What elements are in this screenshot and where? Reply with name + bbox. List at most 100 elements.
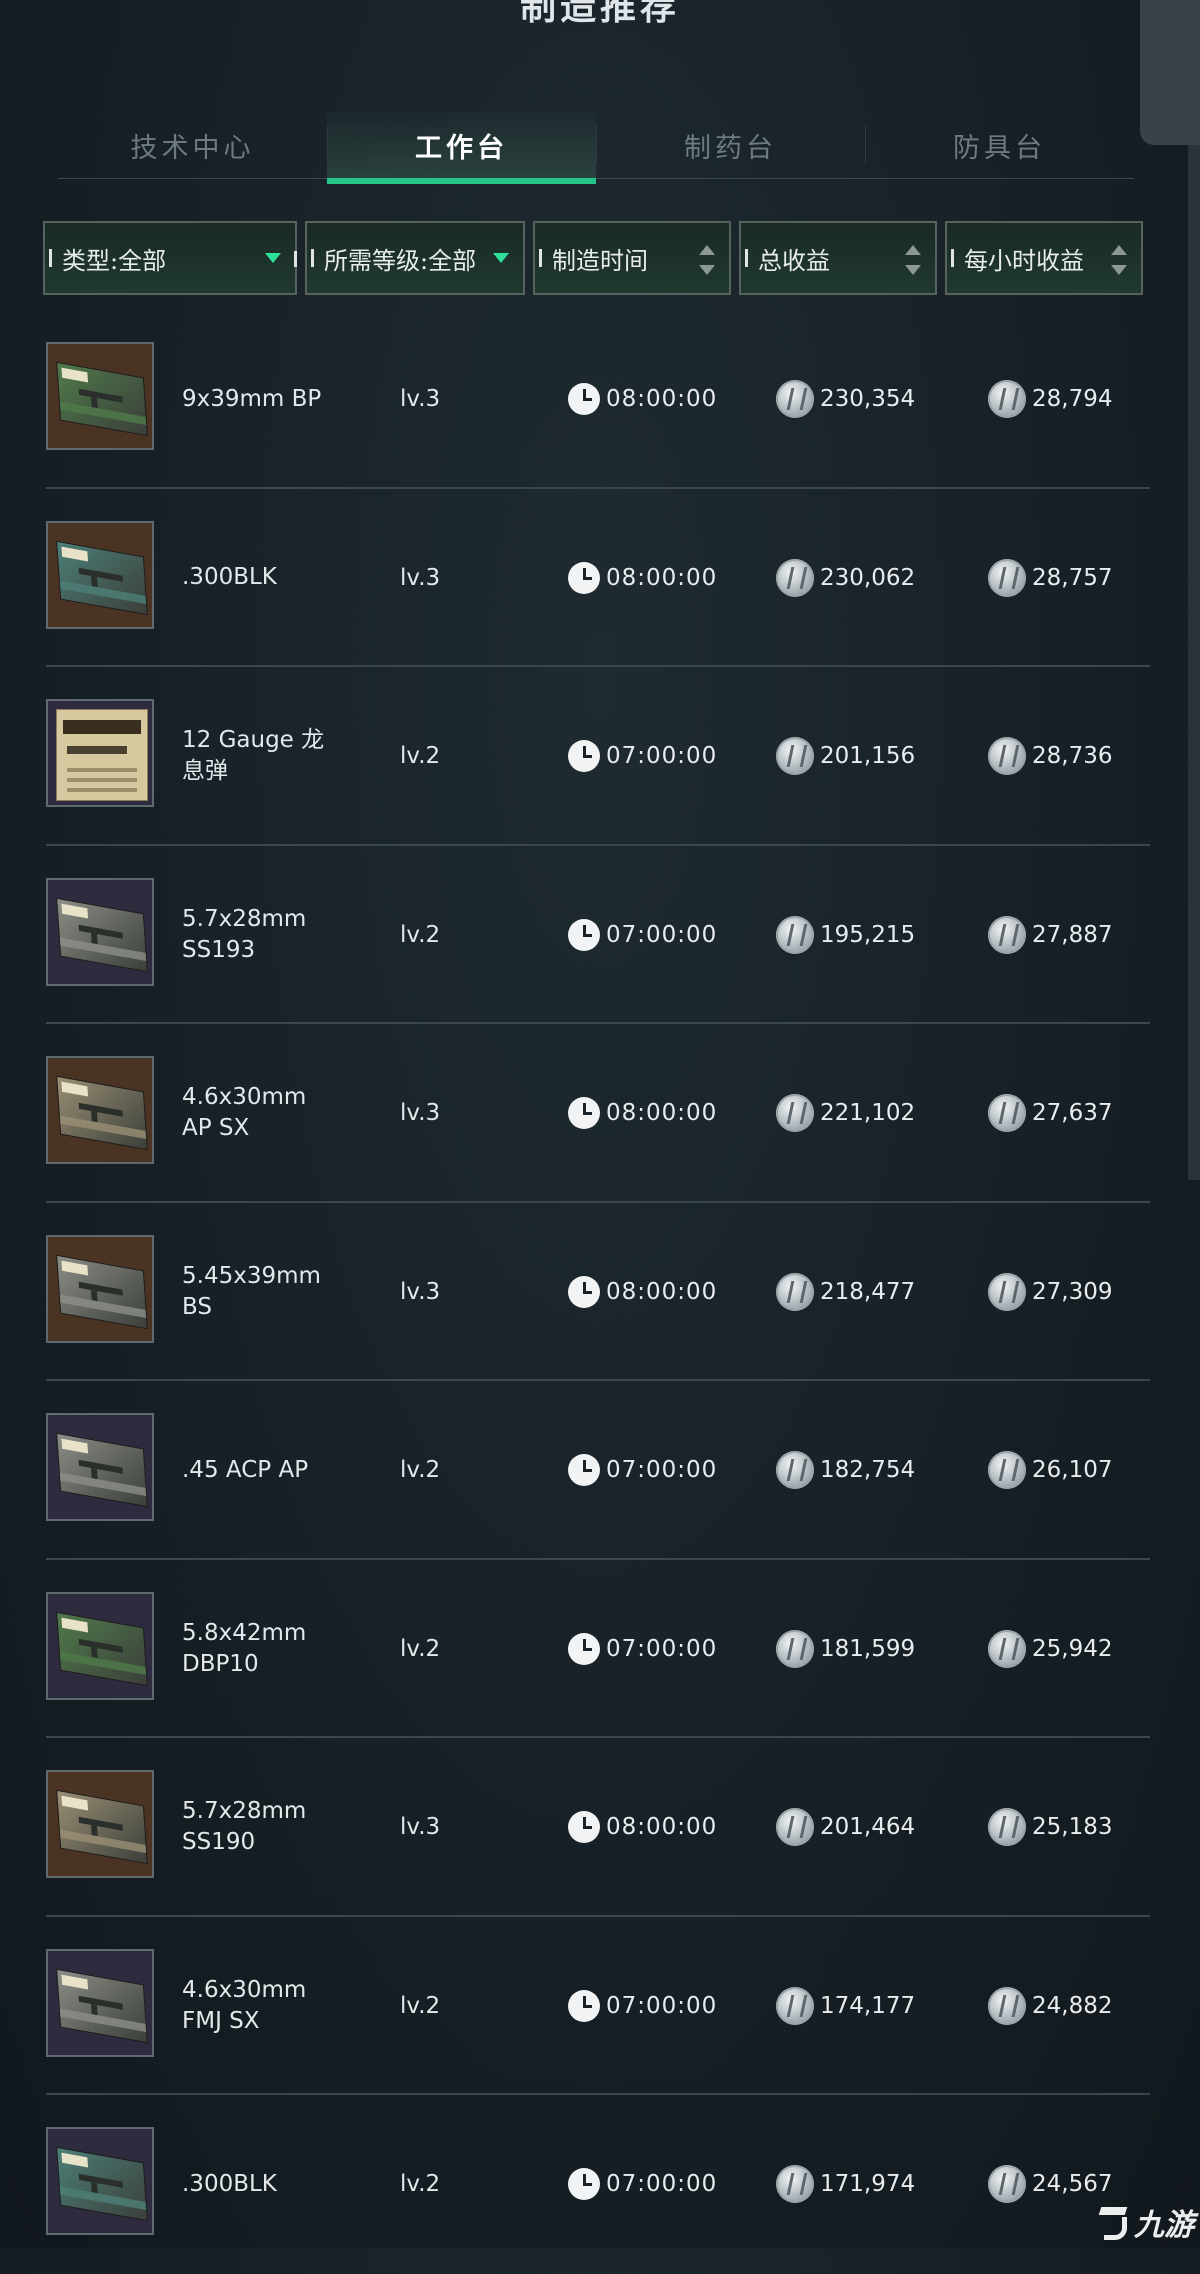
- craft-time-value: 08:00:00: [606, 1100, 718, 1126]
- divider-mark: [951, 249, 954, 267]
- item-thumbnail[interactable]: [46, 342, 154, 450]
- ammo-box-icon: [56, 1789, 148, 1865]
- item-name: 4.6x30mm FMJ SX: [182, 1976, 307, 2034]
- sort-icon: [699, 245, 715, 275]
- item-name: 5.7x28mm SS190: [182, 1798, 307, 1855]
- type-filter-dropdown[interactable]: 类型:全部: [43, 221, 297, 295]
- hourly-profit: 28,757: [988, 489, 1112, 667]
- tab-pharmacy[interactable]: 制药台: [596, 112, 865, 178]
- craft-time: 08:00:00: [568, 1203, 717, 1381]
- hourly-profit: 27,887: [988, 846, 1112, 1024]
- ammo-box-icon: [56, 1968, 148, 2043]
- ammo-box-icon: [56, 540, 148, 615]
- total-profit: 230,354: [776, 310, 915, 488]
- list-item[interactable]: 5.8x42mm DBP10 lv.2 07:00:00 181,599 25,942: [46, 1560, 1150, 1738]
- hourly-profit-value: 24,567: [1032, 2171, 1113, 2197]
- required-level: lv.3: [400, 1814, 441, 1840]
- divider-mark: [539, 249, 542, 267]
- item-thumbnail[interactable]: [46, 1056, 154, 1164]
- hourly-profit-value: 27,309: [1032, 1278, 1113, 1305]
- hourly-profit: 27,309: [988, 1203, 1112, 1381]
- tab-tech-center[interactable]: 技术中心: [58, 112, 327, 178]
- sort-by-time-button[interactable]: 制造时间: [533, 221, 731, 295]
- total-profit: 221,102: [776, 1024, 915, 1202]
- sort-by-hourly-button[interactable]: 每小时收益: [945, 221, 1143, 295]
- coin-icon: [988, 1272, 1026, 1311]
- item-thumbnail[interactable]: [46, 699, 154, 807]
- list-item[interactable]: 4.6x30mm AP SX lv.3 08:00:00 221,102 27,637: [46, 1024, 1150, 1203]
- divider-mark: [294, 251, 297, 267]
- hourly-profit: 28,794: [988, 310, 1112, 488]
- tab-label: 制药台: [684, 132, 777, 164]
- tab-armor-bench[interactable]: 防具台: [865, 112, 1134, 178]
- craft-time: 08:00:00: [568, 489, 717, 667]
- clock-icon: [568, 1632, 600, 1665]
- level-filter-dropdown[interactable]: 所需等级:全部: [305, 221, 525, 295]
- tab-bar: 技术中心 工作台 制药台 防具台: [58, 112, 1134, 184]
- coin-icon: [988, 915, 1026, 954]
- item-name: 9x39mm BP: [182, 385, 322, 412]
- craft-time: 07:00:00: [568, 1917, 717, 2095]
- required-level: lv.3: [400, 386, 441, 412]
- ammo-box-icon: [56, 2146, 148, 2222]
- hourly-profit: 25,942: [988, 1560, 1112, 1738]
- item-thumbnail[interactable]: [46, 1948, 154, 2057]
- tab-label: 技术中心: [130, 132, 255, 164]
- total-profit-value: 181,599: [820, 1635, 916, 1662]
- list-item[interactable]: .45 ACP AP lv.2 07:00:00 182,754 26,107: [46, 1381, 1150, 1560]
- item-thumbnail[interactable]: [46, 1770, 154, 1878]
- total-profit-value: 182,754: [820, 1457, 916, 1483]
- required-level: lv.2: [400, 2171, 441, 2197]
- ammo-box-icon: [56, 361, 148, 437]
- hourly-profit-value: 27,637: [1032, 1100, 1113, 1126]
- item-thumbnail[interactable]: [46, 1591, 154, 1700]
- sort-by-total-button[interactable]: 总收益: [739, 221, 937, 295]
- coin-icon: [988, 558, 1026, 597]
- item-thumbnail[interactable]: [46, 877, 154, 986]
- list-item[interactable]: 5.7x28mm SS193 lv.2 07:00:00 195,215 27,887: [46, 846, 1150, 1024]
- craft-time-value: 07:00:00: [606, 1457, 718, 1483]
- chevron-down-icon: [265, 253, 281, 263]
- hourly-profit-value: 28,736: [1032, 743, 1113, 769]
- total-profit: 201,464: [776, 1738, 915, 1916]
- list-item[interactable]: 9x39mm BP lv.3 08:00:00 230,354 28,794: [46, 310, 1150, 489]
- list-item[interactable]: 5.7x28mm SS190 lv.3 08:00:00 201,464 25,183: [46, 1738, 1150, 1917]
- item-name: 4.6x30mm AP SX: [182, 1084, 307, 1141]
- craft-list: 9x39mm BP lv.3 08:00:00 230,354 28,794 .300BL…: [46, 310, 1150, 2274]
- total-profit: 195,215: [776, 846, 915, 1024]
- coin-icon: [988, 1094, 1026, 1132]
- item-thumbnail[interactable]: [46, 1413, 154, 1521]
- item-name: 12 Gauge 龙息弹: [182, 727, 325, 784]
- item-thumbnail[interactable]: [46, 1234, 154, 1343]
- list-item[interactable]: 12 Gauge 龙息弹 lv.2 07:00:00 201,156 28,736: [46, 667, 1150, 846]
- total-profit: 201,156: [776, 667, 915, 845]
- scroll-top-handle[interactable]: [1140, 0, 1200, 145]
- list-item[interactable]: .300BLK lv.2 07:00:00 171,974 24,567: [46, 2095, 1150, 2274]
- scrollbar[interactable]: [1188, 145, 1200, 1180]
- hourly-profit: 24,882: [988, 1917, 1112, 2095]
- coin-icon: [776, 737, 814, 775]
- sort-time-label: 制造时间: [552, 246, 648, 275]
- craft-time-value: 08:00:00: [606, 386, 718, 412]
- item-name: 5.8x42mm DBP10: [182, 1619, 307, 1677]
- coin-icon: [776, 1094, 814, 1132]
- clock-icon: [568, 2168, 600, 2200]
- clock-icon: [568, 1275, 600, 1308]
- list-item[interactable]: .300BLK lv.3 08:00:00 230,062 28,757: [46, 489, 1150, 667]
- list-item[interactable]: 4.6x30mm FMJ SX lv.2 07:00:00 174,177 24,882: [46, 1917, 1150, 2095]
- item-thumbnail[interactable]: [46, 2127, 154, 2235]
- required-level: lv.2: [400, 1457, 441, 1483]
- tab-workbench[interactable]: 工作台: [327, 112, 596, 184]
- coin-icon: [776, 1986, 814, 2025]
- list-item[interactable]: 5.45x39mm BS lv.3 08:00:00 218,477 27,309: [46, 1203, 1150, 1381]
- craft-time-value: 07:00:00: [606, 921, 718, 948]
- required-level: lv.3: [400, 564, 441, 591]
- craft-time: 07:00:00: [568, 846, 717, 1024]
- required-level: lv.3: [400, 1100, 441, 1126]
- craft-time: 08:00:00: [568, 1738, 717, 1916]
- coin-icon: [988, 1451, 1026, 1489]
- item-thumbnail[interactable]: [46, 520, 154, 629]
- sort-total-label: 总收益: [758, 246, 830, 275]
- hourly-profit-value: 25,183: [1032, 1814, 1113, 1840]
- total-profit-value: 221,102: [820, 1100, 916, 1126]
